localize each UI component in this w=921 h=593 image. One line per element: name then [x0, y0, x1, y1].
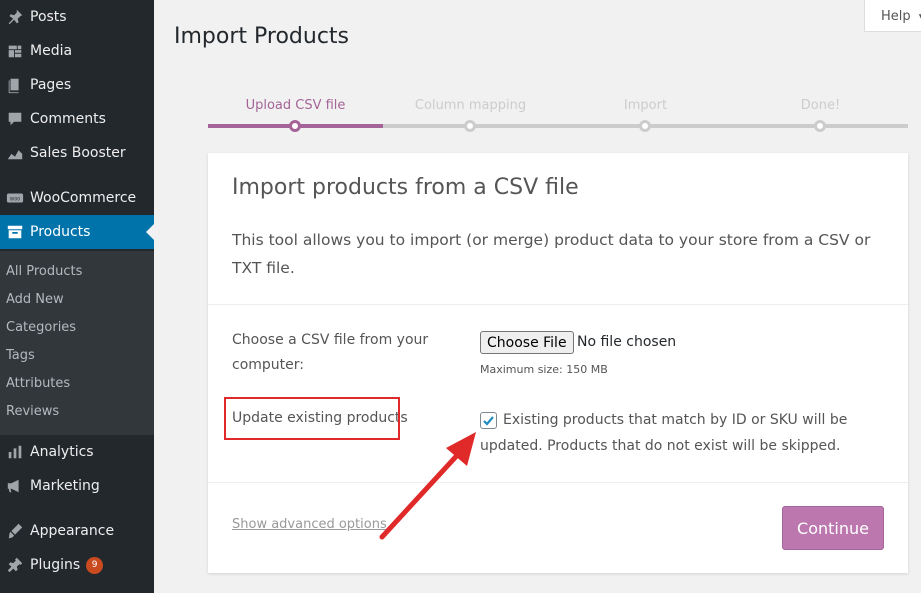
- update-existing-description: Existing products that match by ID or SK…: [480, 412, 848, 454]
- chart-area-icon: [0, 136, 30, 170]
- pages-icon: [0, 68, 30, 102]
- file-field-label: Choose a CSV file from your computer:: [232, 332, 429, 373]
- brush-icon: [0, 514, 30, 548]
- submenu-add-new[interactable]: Add New: [6, 292, 64, 307]
- import-steps: Upload CSV file Column mapping Import Do…: [208, 96, 908, 136]
- import-card: Import products from a CSV file This too…: [208, 153, 908, 573]
- step-dot-upload: [289, 120, 301, 132]
- woo-icon: W00: [0, 181, 30, 215]
- svg-text:W00: W00: [10, 196, 20, 202]
- card-title: Import products from a CSV file: [232, 175, 579, 200]
- submenu-categories[interactable]: Categories: [6, 320, 76, 335]
- plugins-update-badge: 9: [86, 556, 104, 574]
- menu-item-sales-booster[interactable]: Sales Booster: [0, 136, 154, 170]
- pin-icon: [0, 0, 30, 34]
- products-submenu: All Products Add New Categories Tags Att…: [0, 251, 154, 435]
- step-dot-import: [639, 120, 651, 132]
- card-divider-bottom: [208, 482, 908, 483]
- help-label: Help: [881, 9, 911, 24]
- step-column-mapping: Column mapping: [414, 98, 527, 113]
- continue-button[interactable]: Continue: [782, 506, 884, 550]
- max-size-text: Maximum size: 150 MB: [480, 363, 608, 376]
- menu-item-pages[interactable]: Pages: [0, 68, 154, 102]
- menu-item-analytics[interactable]: Analytics: [0, 435, 154, 469]
- help-tab[interactable]: Help ▼: [864, 0, 921, 32]
- current-menu-arrow: [146, 224, 154, 240]
- choose-file-button[interactable]: Choose File: [480, 331, 574, 354]
- menu-item-posts[interactable]: Posts: [0, 0, 154, 34]
- step-done: Done!: [800, 98, 841, 113]
- menu-item-media[interactable]: Media: [0, 34, 154, 68]
- admin-sidebar: Posts Media Pages Comments Sales Booster…: [0, 0, 154, 593]
- menu-item-products[interactable]: Products: [0, 215, 154, 249]
- annotation-arrow-icon: [379, 432, 476, 540]
- menu-item-comments[interactable]: Comments: [0, 102, 154, 136]
- menu-item-appearance[interactable]: Appearance: [0, 514, 154, 548]
- step-import: Import: [623, 98, 668, 113]
- step-dot-done: [814, 120, 826, 132]
- show-advanced-options-link[interactable]: Show advanced options: [232, 517, 387, 532]
- step-upload-csv: Upload CSV file: [245, 98, 346, 113]
- page-title: Import Products: [174, 24, 350, 49]
- submenu-reviews[interactable]: Reviews: [6, 404, 59, 419]
- card-description: This tool allows you to import (or merge…: [232, 231, 871, 277]
- comment-icon: [0, 102, 30, 136]
- submenu-all-products[interactable]: All Products: [6, 264, 82, 279]
- menu-item-woocommerce[interactable]: W00 WooCommerce: [0, 181, 154, 215]
- megaphone-icon: [0, 469, 30, 503]
- bar-chart-icon: [0, 435, 30, 469]
- media-icon: [0, 34, 30, 68]
- card-divider-top: [208, 304, 908, 305]
- archive-icon: [0, 215, 30, 249]
- step-dot-mapping: [464, 120, 476, 132]
- submenu-attributes[interactable]: Attributes: [6, 376, 70, 391]
- menu-item-marketing[interactable]: Marketing: [0, 469, 154, 503]
- file-status-text: No file chosen: [577, 334, 677, 350]
- menu-item-plugins[interactable]: Plugins 9: [0, 548, 154, 582]
- submenu-tags[interactable]: Tags: [6, 348, 35, 363]
- plugin-icon: [0, 548, 30, 582]
